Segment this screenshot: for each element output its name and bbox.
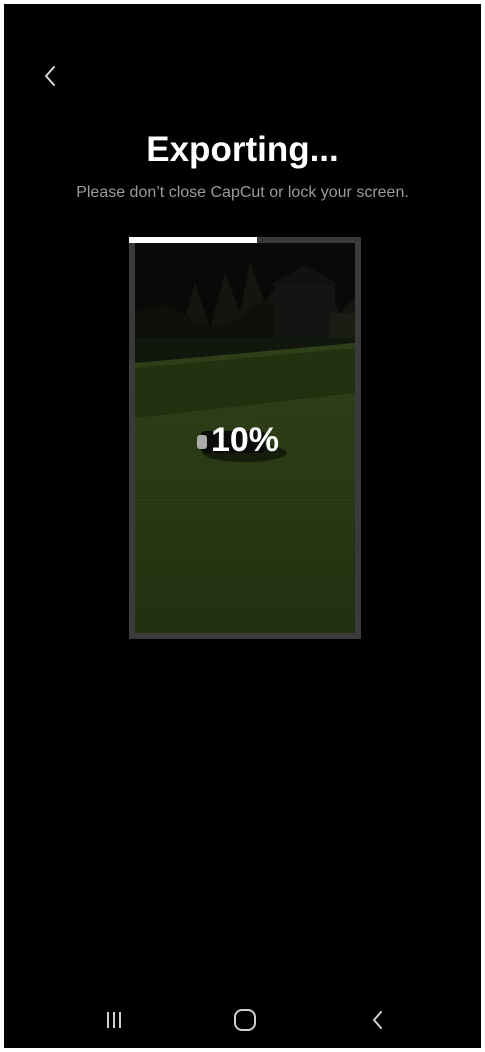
- nav-home-button[interactable]: [223, 1002, 267, 1038]
- export-screen: Exporting... Please don’t close CapCut o…: [4, 4, 481, 1048]
- chevron-left-icon: [45, 66, 55, 86]
- recents-icon: [107, 1012, 121, 1028]
- page-title: Exporting...: [146, 130, 339, 169]
- video-preview: 10%: [129, 237, 361, 639]
- nav-recents-button[interactable]: [92, 1002, 136, 1038]
- export-percentage: 10%: [210, 421, 280, 459]
- video-thumbnail: 10%: [135, 243, 355, 633]
- home-icon: [234, 1009, 256, 1031]
- back-icon: [373, 1011, 382, 1029]
- page-subtitle: Please don’t close CapCut or lock your s…: [76, 184, 409, 201]
- back-button[interactable]: [34, 60, 66, 92]
- system-navigation-bar: [4, 996, 481, 1048]
- nav-back-button[interactable]: [356, 1002, 400, 1038]
